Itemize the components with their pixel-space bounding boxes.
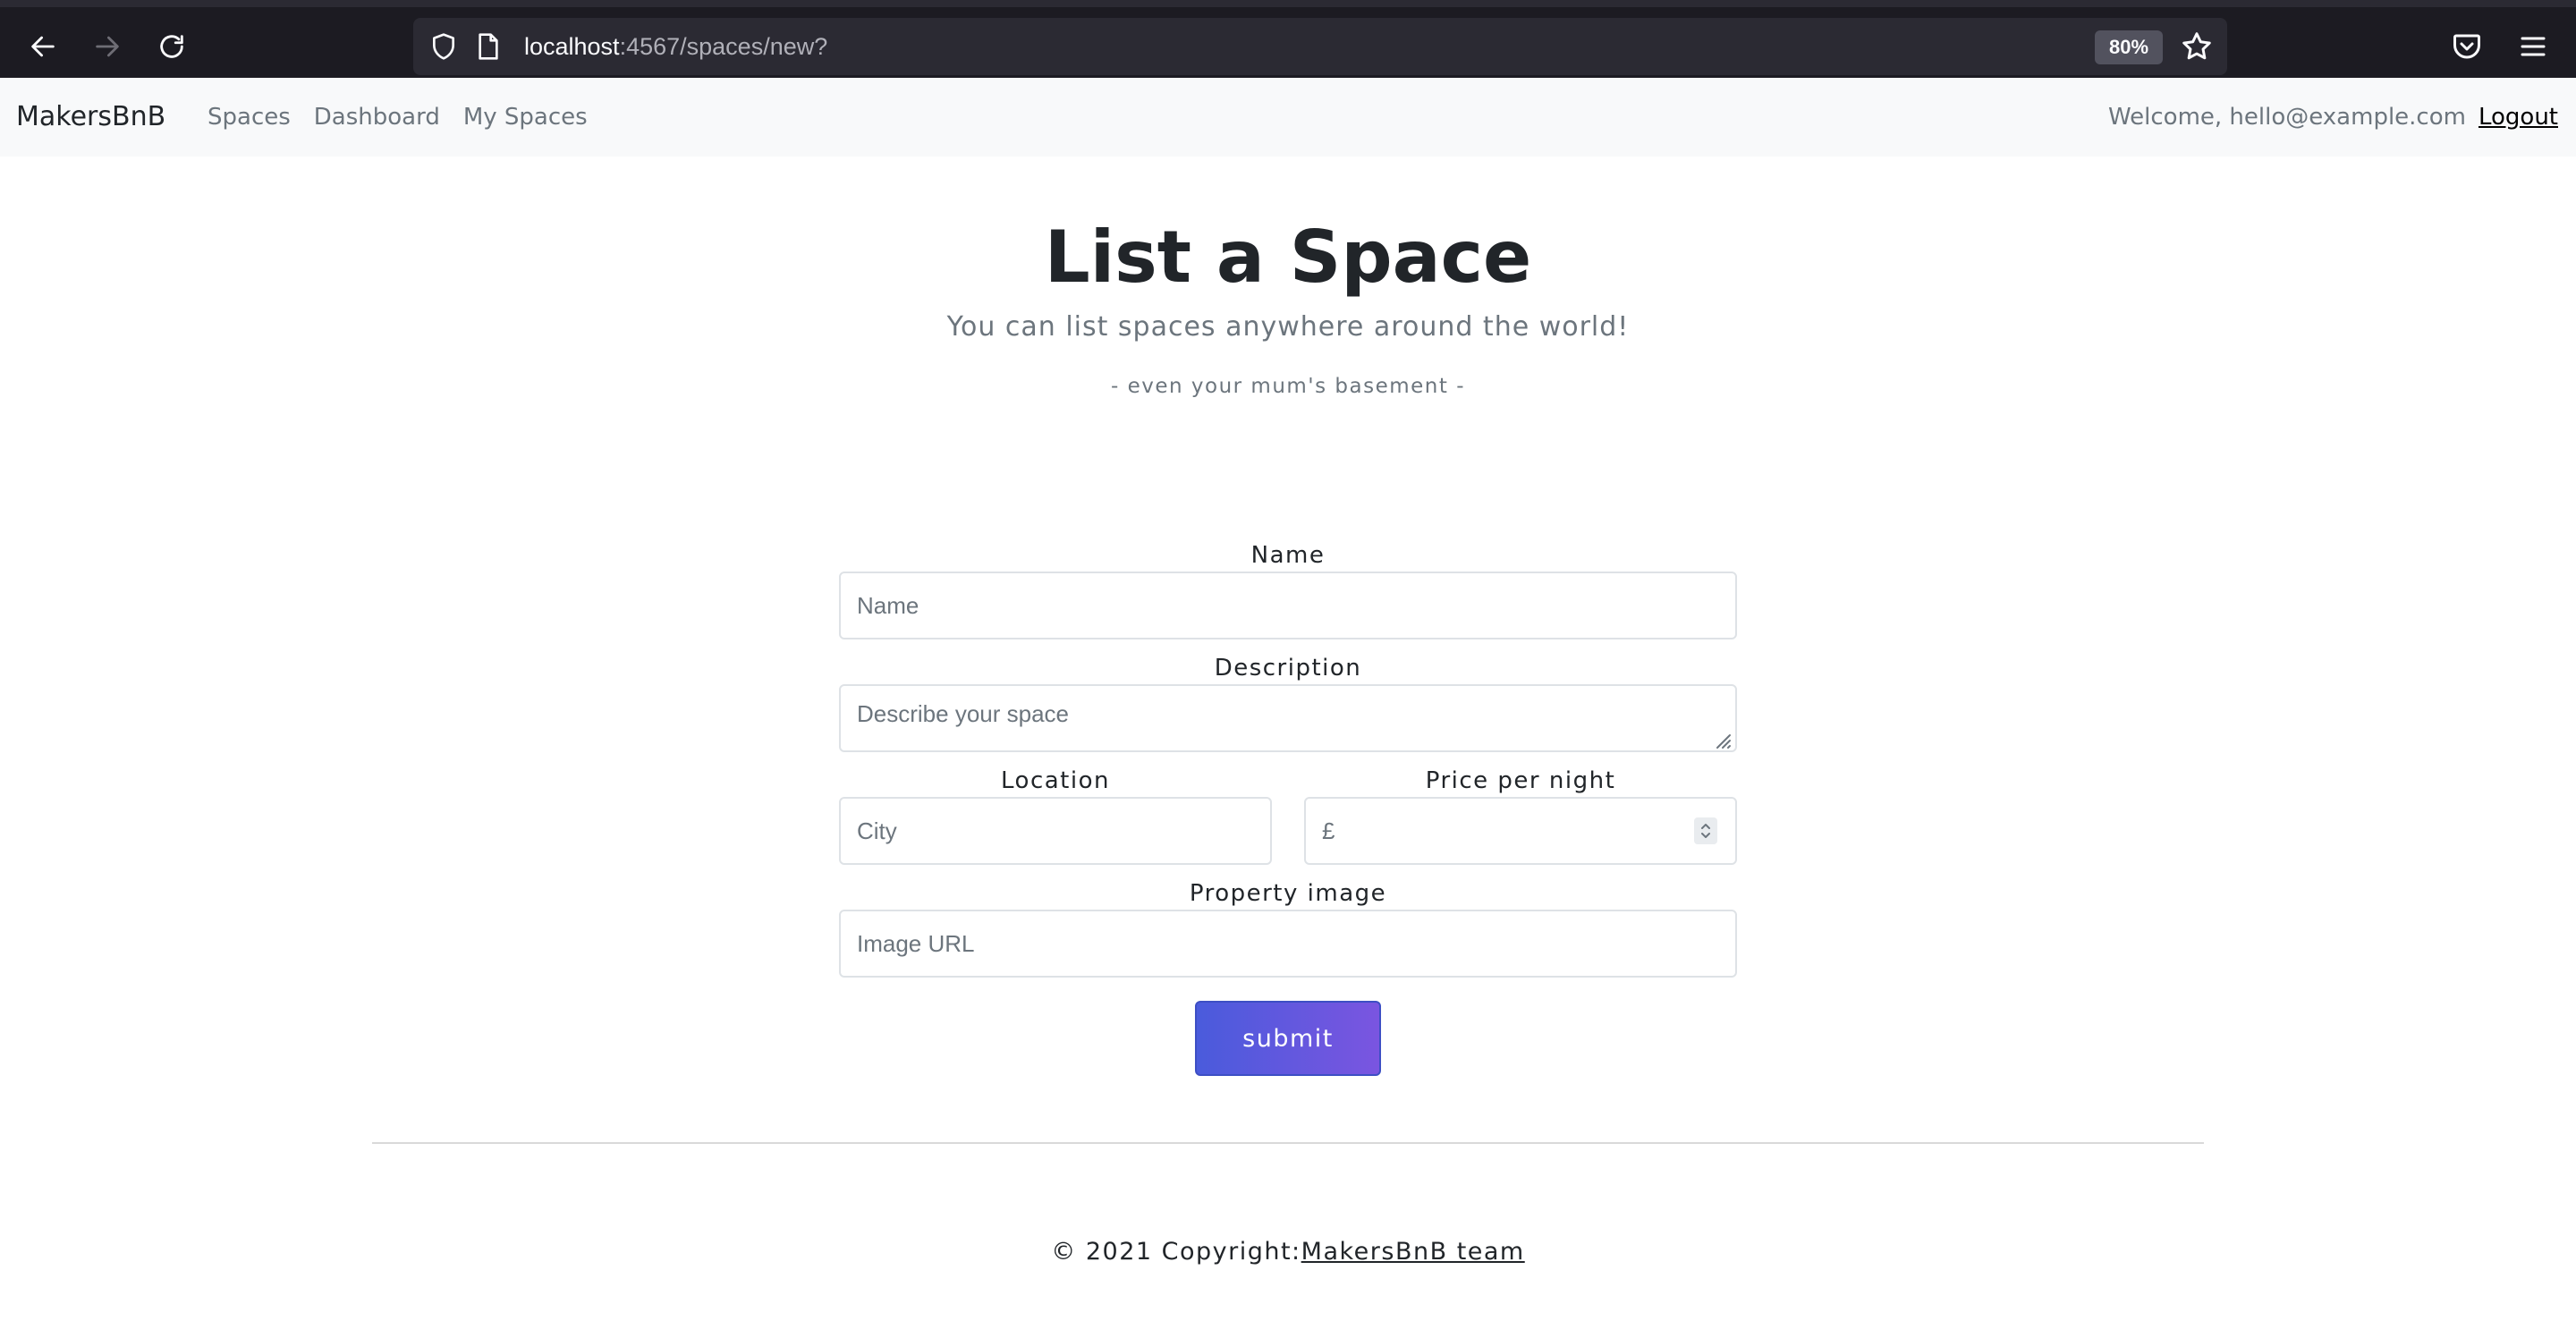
reload-icon — [160, 35, 183, 58]
reload-button[interactable] — [145, 23, 199, 70]
zoom-level-badge[interactable]: 80% — [2095, 30, 2163, 64]
shield-icon[interactable] — [429, 32, 458, 61]
arrow-left-icon — [31, 36, 55, 57]
url-path: :4567/spaces/new? — [619, 33, 828, 60]
location-label: Location — [1001, 767, 1110, 794]
nav-link-dashboard[interactable]: Dashboard — [314, 104, 440, 131]
copyright-text: © 2021 Copyright: — [1051, 1238, 1301, 1266]
url-text[interactable]: localhost:4567/spaces/new? — [524, 18, 827, 75]
user-area: Welcome, hello@example.com Logout — [2108, 78, 2558, 157]
stepper-arrows-icon — [1701, 824, 1710, 838]
forward-button[interactable] — [80, 23, 134, 70]
page-icon[interactable] — [476, 32, 501, 61]
nav-links: Spaces Dashboard My Spaces — [208, 78, 611, 157]
browser-toolbar: localhost:4567/spaces/new? 80% — [0, 0, 2576, 78]
app-navbar: MakersBnB Spaces Dashboard My Spaces Wel… — [0, 78, 2576, 157]
location-input[interactable] — [839, 797, 1272, 865]
resize-grip-icon[interactable] — [1710, 728, 1732, 749]
property-image-label: Property image — [1189, 880, 1387, 907]
arrow-right-icon — [96, 36, 119, 57]
url-host: localhost — [524, 33, 620, 60]
nav-link-spaces[interactable]: Spaces — [208, 104, 291, 131]
team-link[interactable]: MakersBnB team — [1301, 1238, 1525, 1266]
back-button[interactable] — [16, 23, 70, 70]
welcome-text: Welcome, hello@example.com — [2107, 104, 2466, 131]
pocket-icon[interactable] — [2451, 30, 2483, 63]
price-stepper[interactable] — [1694, 817, 1717, 844]
page-tagline: - even your mum's basement - — [1110, 375, 1466, 398]
description-textarea[interactable] — [839, 684, 1737, 752]
star-icon[interactable] — [2181, 30, 2213, 63]
name-label: Name — [1250, 542, 1326, 569]
price-label: Price per night — [1425, 767, 1616, 794]
nav-link-my-spaces[interactable]: My Spaces — [463, 104, 588, 131]
price-input[interactable] — [1304, 797, 1737, 865]
submit-button[interactable]: submit — [1195, 1001, 1381, 1076]
footer: © 2021 Copyright:MakersBnB team — [0, 1236, 2576, 1268]
description-label: Description — [1214, 655, 1362, 682]
hamburger-menu-icon[interactable] — [2517, 30, 2549, 63]
page-title: List a Space — [1044, 216, 1532, 299]
logout-link[interactable]: Logout — [2479, 104, 2558, 131]
url-bar[interactable]: localhost:4567/spaces/new? 80% — [413, 18, 2227, 75]
page-subtitle: You can list spaces anywhere around the … — [946, 311, 1630, 343]
footer-divider — [372, 1142, 2204, 1144]
brand-logo[interactable]: MakersBnB — [16, 78, 165, 157]
name-input[interactable] — [839, 572, 1737, 639]
image-url-input[interactable] — [839, 910, 1737, 978]
